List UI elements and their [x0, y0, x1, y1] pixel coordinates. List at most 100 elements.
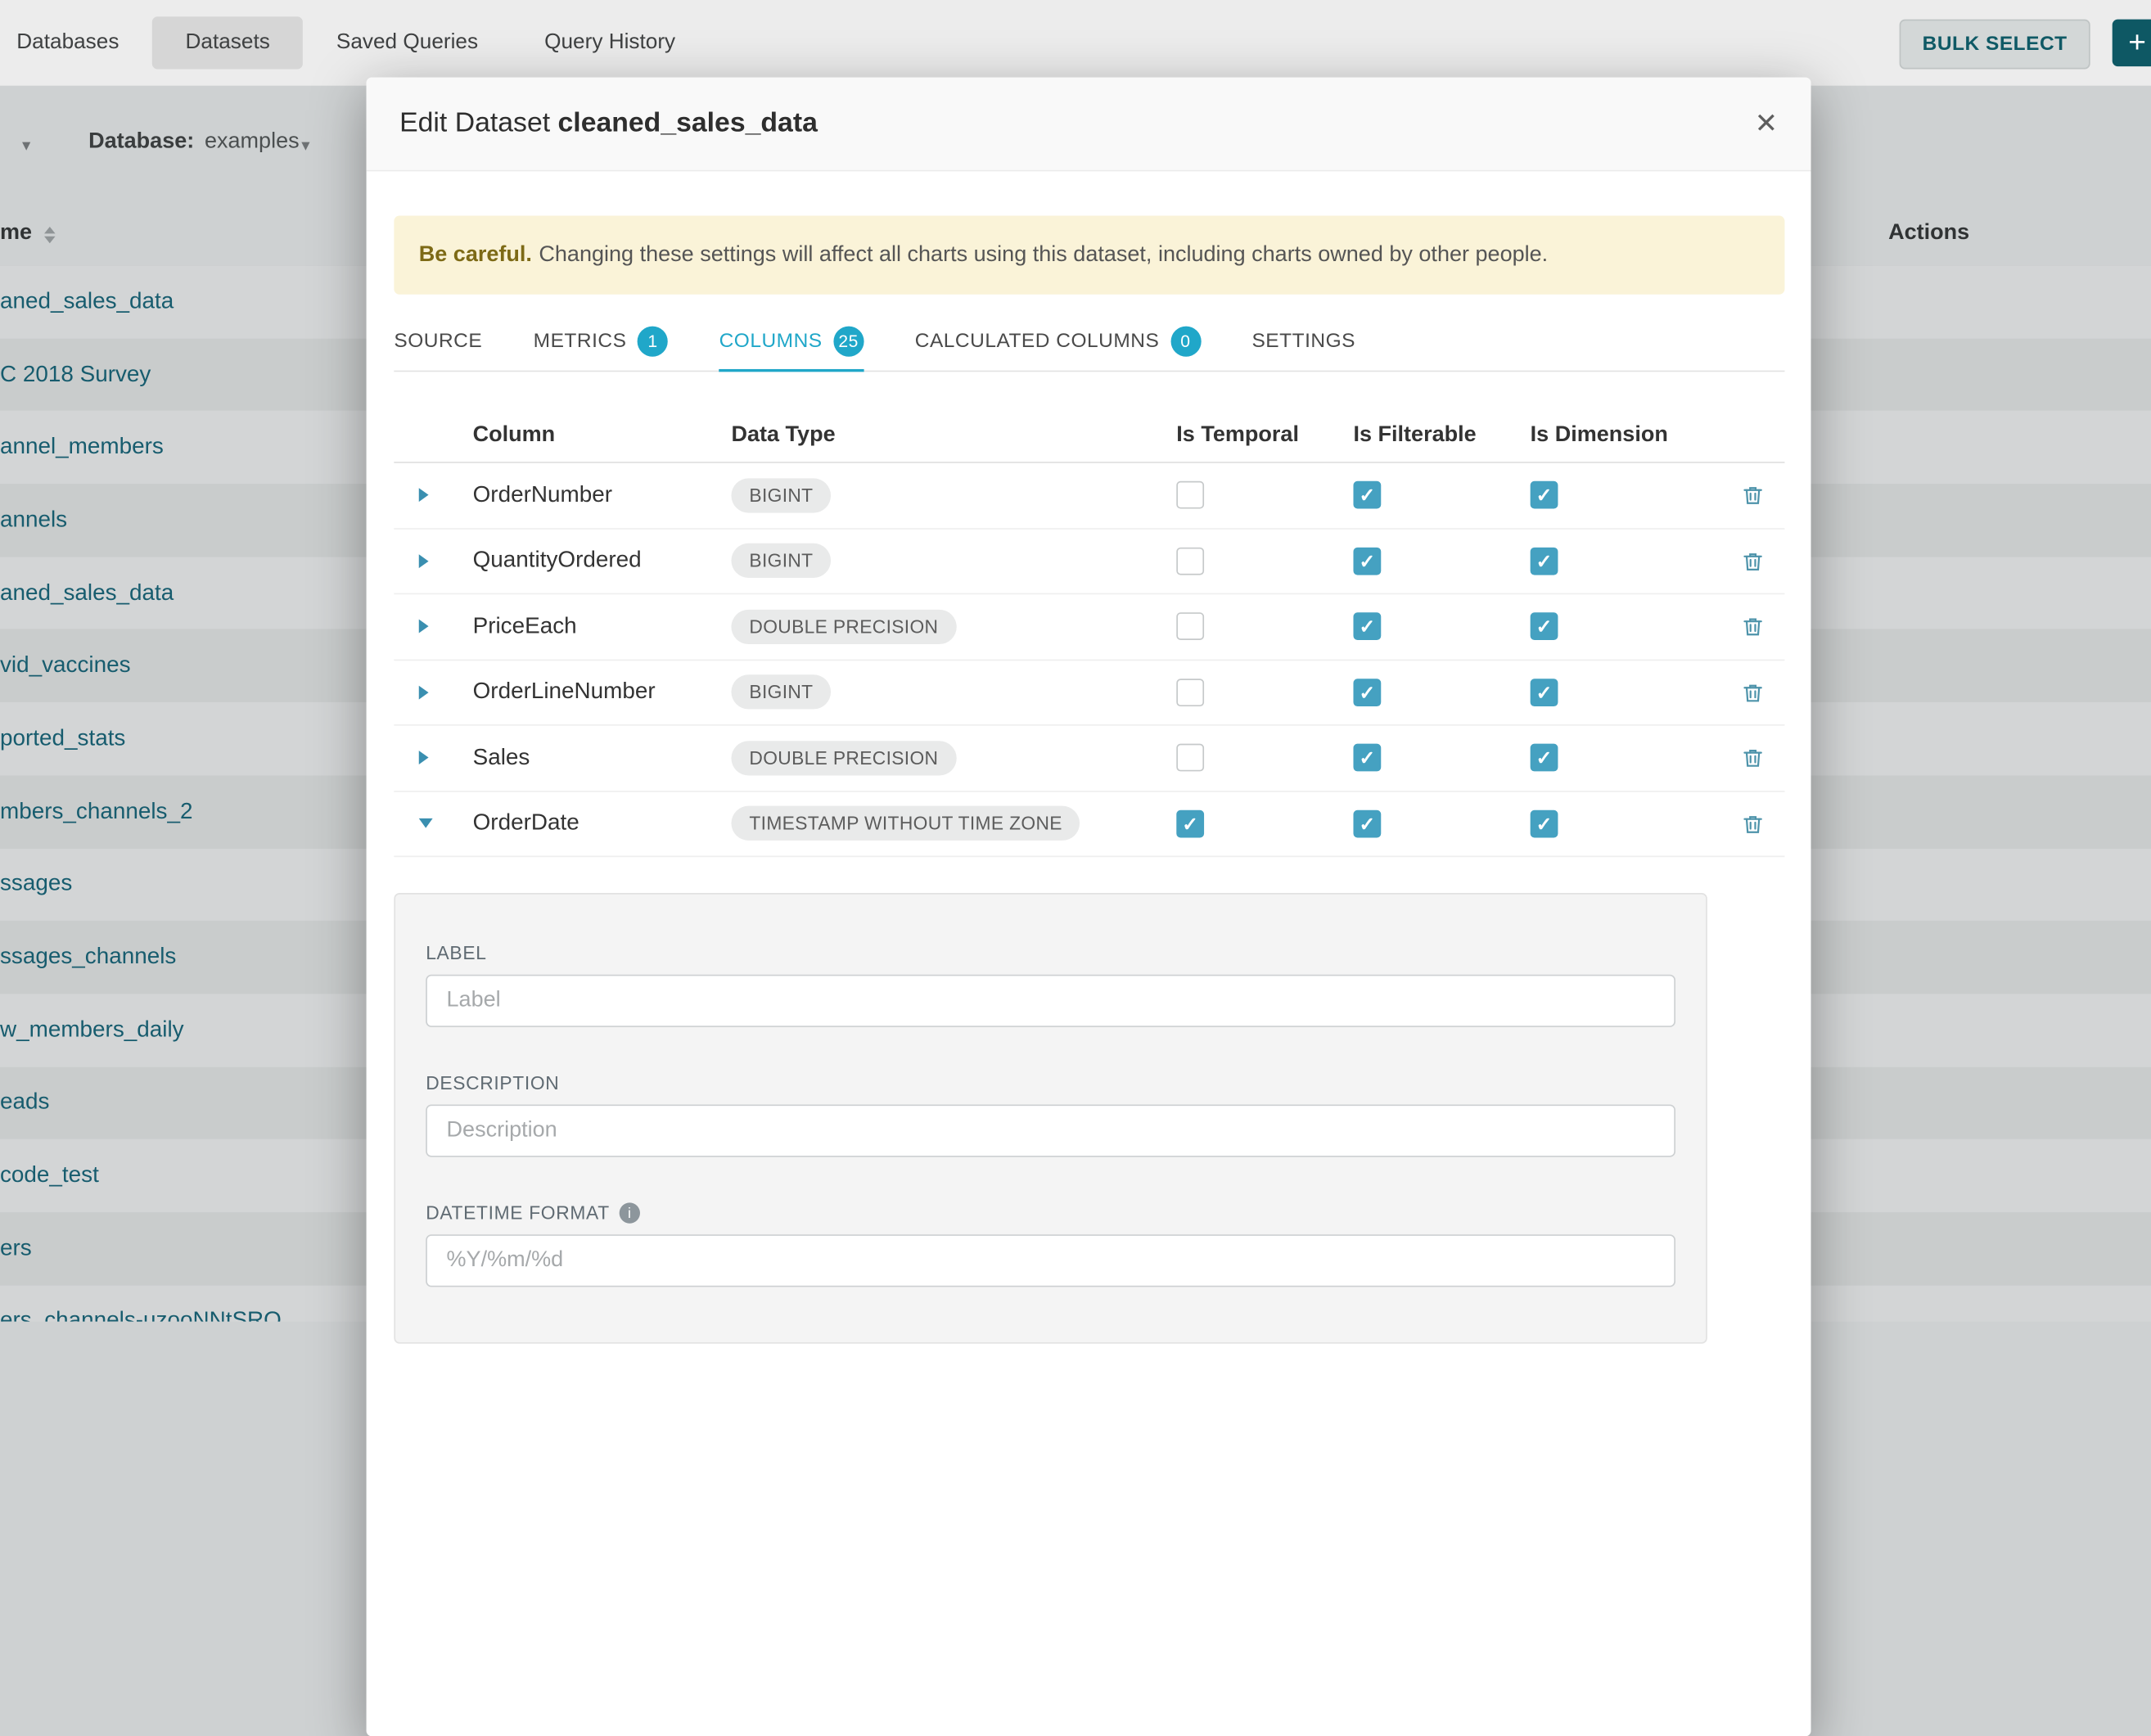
- is-temporal-checkbox[interactable]: [1176, 547, 1204, 575]
- dataset-link[interactable]: w_members_daily: [0, 1017, 184, 1044]
- tab-settings[interactable]: SETTINGS: [1251, 313, 1355, 371]
- delete-column-button[interactable]: [1738, 546, 1768, 576]
- dataset-link[interactable]: aned_sales_data: [0, 580, 174, 606]
- is-dimension-checkbox[interactable]: [1531, 613, 1558, 641]
- column-name: QuantityOrdered: [473, 548, 732, 574]
- dataset-link[interactable]: vid_vaccines: [0, 653, 131, 679]
- delete-column-button[interactable]: [1738, 809, 1768, 839]
- modal-title-prefix: Edit Dataset: [399, 108, 550, 138]
- column-detail-panel: LABEL DESCRIPTION DATETIME FORMAT i: [394, 893, 1707, 1344]
- nav-item-saved-queries[interactable]: Saved Queries: [303, 16, 511, 69]
- tab-columns[interactable]: COLUMNS 25: [719, 313, 864, 371]
- chevron-down-icon[interactable]: ▾: [301, 136, 309, 156]
- column-name: Sales: [473, 745, 732, 771]
- is-filterable-checkbox[interactable]: [1353, 809, 1381, 837]
- is-temporal-checkbox[interactable]: [1176, 613, 1204, 641]
- expand-caret-icon[interactable]: [419, 620, 429, 634]
- column-row: OrderNumber BIGINT: [394, 463, 1784, 529]
- dataset-link[interactable]: annels: [0, 507, 67, 534]
- nav-item-databases[interactable]: Databases: [0, 16, 152, 69]
- dataset-link[interactable]: ssages: [0, 872, 72, 898]
- is-temporal-checkbox[interactable]: [1176, 679, 1204, 706]
- metrics-count-badge: 1: [638, 327, 668, 357]
- dataset-link[interactable]: ssages_channels: [0, 945, 176, 971]
- calculated-columns-count-badge: 0: [1170, 327, 1201, 357]
- expand-caret-icon[interactable]: [419, 751, 429, 765]
- data-type-pill: DOUBLE PRECISION: [731, 741, 956, 775]
- column-row: QuantityOrdered BIGINT: [394, 529, 1784, 594]
- columns-table: Column Data Type Is Temporal Is Filterab…: [394, 409, 1784, 857]
- dataset-link[interactable]: eads: [0, 1090, 49, 1116]
- columns-count-badge: 25: [833, 327, 864, 357]
- is-dimension-checkbox[interactable]: [1531, 481, 1558, 509]
- tab-metrics[interactable]: METRICS 1: [534, 313, 668, 371]
- delete-column-button[interactable]: [1738, 677, 1768, 707]
- database-filter-value[interactable]: examples: [205, 130, 300, 155]
- delete-column-button[interactable]: [1738, 480, 1768, 510]
- tab-source[interactable]: SOURCE: [394, 313, 482, 371]
- is-dimension-checkbox[interactable]: [1531, 679, 1558, 706]
- add-dataset-button[interactable]: +: [2113, 20, 2151, 66]
- header-is-temporal: Is Temporal: [1176, 423, 1353, 448]
- column-header-name[interactable]: me: [0, 221, 32, 246]
- is-dimension-checkbox[interactable]: [1531, 809, 1558, 837]
- info-icon[interactable]: i: [620, 1202, 640, 1223]
- is-filterable-checkbox[interactable]: [1353, 481, 1381, 509]
- modal-body: Be careful.Changing these settings will …: [367, 215, 1811, 1343]
- nav-item-datasets[interactable]: Datasets: [152, 16, 303, 69]
- label-input[interactable]: [426, 975, 1675, 1027]
- column-name: PriceEach: [473, 613, 732, 639]
- dataset-link[interactable]: ers: [0, 1236, 32, 1262]
- dataset-link[interactable]: annel_members: [0, 435, 164, 461]
- warning-text: Changing these settings will affect all …: [539, 242, 1548, 266]
- tab-label: METRICS: [534, 331, 627, 353]
- modal-title-dataset-name: cleaned_sales_data: [558, 108, 818, 138]
- trash-icon: [1742, 550, 1764, 572]
- plus-icon: +: [2128, 25, 2146, 61]
- header-column: Column: [473, 423, 732, 448]
- header-is-filterable: Is Filterable: [1353, 423, 1530, 448]
- is-filterable-checkbox[interactable]: [1353, 679, 1381, 706]
- expand-caret-icon[interactable]: [419, 554, 429, 568]
- datetime-format-input[interactable]: [426, 1234, 1675, 1287]
- is-dimension-checkbox[interactable]: [1531, 744, 1558, 772]
- dataset-link[interactable]: aned_sales_data: [0, 289, 174, 315]
- dataset-link[interactable]: mbers_channels_2: [0, 799, 192, 825]
- modal-tabs: SOURCE METRICS 1 COLUMNS 25 CALCULATED C…: [394, 313, 1784, 372]
- nav-item-query-history[interactable]: Query History: [512, 16, 709, 69]
- delete-column-button[interactable]: [1738, 742, 1768, 773]
- is-filterable-checkbox[interactable]: [1353, 547, 1381, 575]
- trash-icon: [1742, 813, 1764, 835]
- top-nav-tabs: Databases Datasets Saved Queries Query H…: [0, 16, 709, 69]
- collapse-caret-icon[interactable]: [419, 818, 433, 828]
- dataset-link[interactable]: code_test: [0, 1163, 99, 1189]
- edit-dataset-modal: Edit Dataset cleaned_sales_data ✕ Be car…: [367, 78, 1811, 1736]
- dataset-link[interactable]: C 2018 Survey: [0, 362, 151, 388]
- tab-label: CALCULATED COLUMNS: [915, 331, 1160, 353]
- description-input[interactable]: [426, 1104, 1675, 1157]
- is-temporal-checkbox[interactable]: [1176, 744, 1204, 772]
- is-temporal-checkbox[interactable]: [1176, 481, 1204, 509]
- is-filterable-checkbox[interactable]: [1353, 613, 1381, 641]
- delete-column-button[interactable]: [1738, 611, 1768, 642]
- column-name: OrderNumber: [473, 482, 732, 508]
- column-header-actions: Actions: [1888, 221, 1969, 246]
- header-is-dimension: Is Dimension: [1531, 423, 1707, 448]
- chevron-down-icon[interactable]: ▾: [22, 136, 30, 156]
- datetime-format-field-label: DATETIME FORMAT i: [426, 1202, 1675, 1223]
- close-icon[interactable]: ✕: [1755, 106, 1778, 141]
- sort-icon[interactable]: [44, 227, 56, 243]
- tab-calculated-columns[interactable]: CALCULATED COLUMNS 0: [915, 313, 1201, 371]
- trash-icon: [1742, 615, 1764, 638]
- is-temporal-checkbox[interactable]: [1176, 809, 1204, 837]
- is-filterable-checkbox[interactable]: [1353, 744, 1381, 772]
- modal-header: Edit Dataset cleaned_sales_data ✕: [367, 78, 1811, 172]
- dataset-link[interactable]: ported_stats: [0, 726, 125, 752]
- expand-caret-icon[interactable]: [419, 685, 429, 699]
- expand-caret-icon[interactable]: [419, 489, 429, 503]
- description-field-label: DESCRIPTION: [426, 1073, 1675, 1093]
- tab-label: COLUMNS: [719, 331, 823, 353]
- bulk-select-button[interactable]: BULK SELECT: [1900, 20, 2090, 70]
- dataset-link[interactable]: ers_channels-uzooNNtSRO: [0, 1309, 282, 1322]
- is-dimension-checkbox[interactable]: [1531, 547, 1558, 575]
